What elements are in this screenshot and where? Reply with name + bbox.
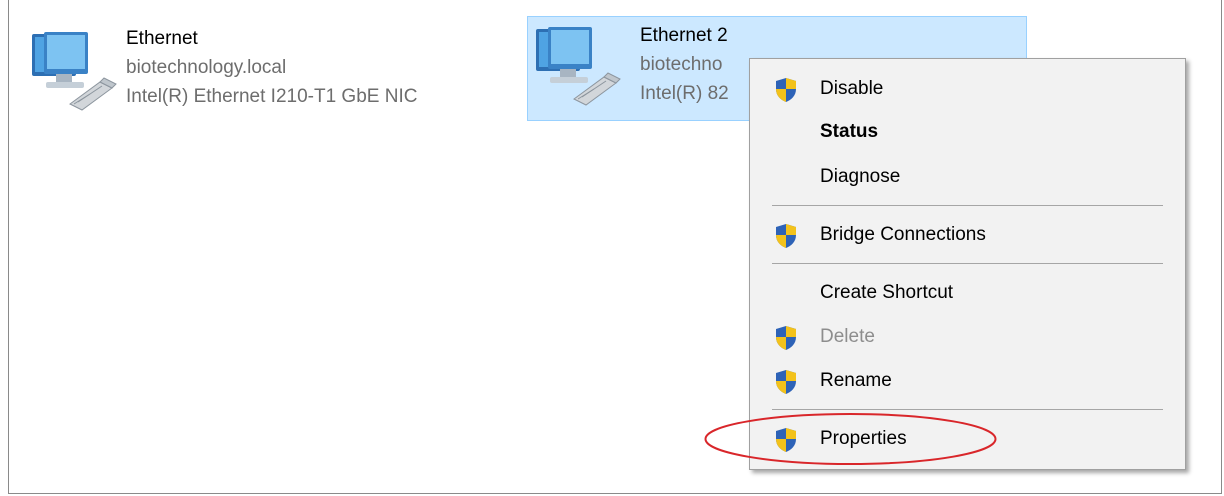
- menu-item-create-shortcut[interactable]: Create Shortcut: [750, 273, 1185, 313]
- adapter-device: Intel(R) Ethernet I210-T1 GbE NIC: [126, 86, 418, 107]
- menu-item-label: Delete: [820, 326, 875, 347]
- network-adapter-icon: [32, 32, 117, 111]
- menu-item-label: Create Shortcut: [820, 282, 954, 303]
- menu-item-status[interactable]: Status: [750, 112, 1185, 152]
- menu-item-label: Disable: [820, 78, 884, 99]
- menu-item-diagnose[interactable]: Diagnose: [750, 157, 1185, 197]
- menu-item-label: Rename: [820, 370, 892, 391]
- menu-item-disable[interactable]: Disable: [750, 69, 1185, 109]
- menu-item-label: Status: [820, 121, 879, 142]
- uac-shield-icon: [776, 78, 796, 102]
- menu-item-label: Bridge Connections: [820, 224, 986, 245]
- menu-item-bridge-connections[interactable]: Bridge Connections: [750, 215, 1185, 255]
- adapter-ethernet[interactable]: Ethernet biotechnology.local Intel(R) Et…: [20, 18, 500, 112]
- uac-shield-icon: [776, 224, 796, 248]
- adapter-name: Ethernet: [126, 28, 198, 49]
- menu-separator: [772, 205, 1163, 206]
- uac-shield-icon: [776, 370, 796, 394]
- menu-item-rename[interactable]: Rename: [750, 361, 1185, 401]
- highlight-ellipse-annotation: [704, 413, 997, 465]
- adapter-network: biotechno: [640, 54, 723, 75]
- menu-separator: [772, 263, 1163, 264]
- adapter-name: Ethernet 2: [640, 25, 728, 46]
- adapter-network: biotechnology.local: [126, 57, 287, 78]
- context-menu: Disable Status Diagnose Bridge Connectio…: [749, 58, 1186, 470]
- network-adapter-icon: [536, 27, 621, 106]
- menu-item-delete: Delete: [750, 317, 1185, 357]
- adapter-device: Intel(R) 82: [640, 83, 729, 104]
- menu-separator: [772, 409, 1163, 410]
- menu-item-label: Diagnose: [820, 166, 901, 187]
- uac-shield-icon: [776, 326, 796, 350]
